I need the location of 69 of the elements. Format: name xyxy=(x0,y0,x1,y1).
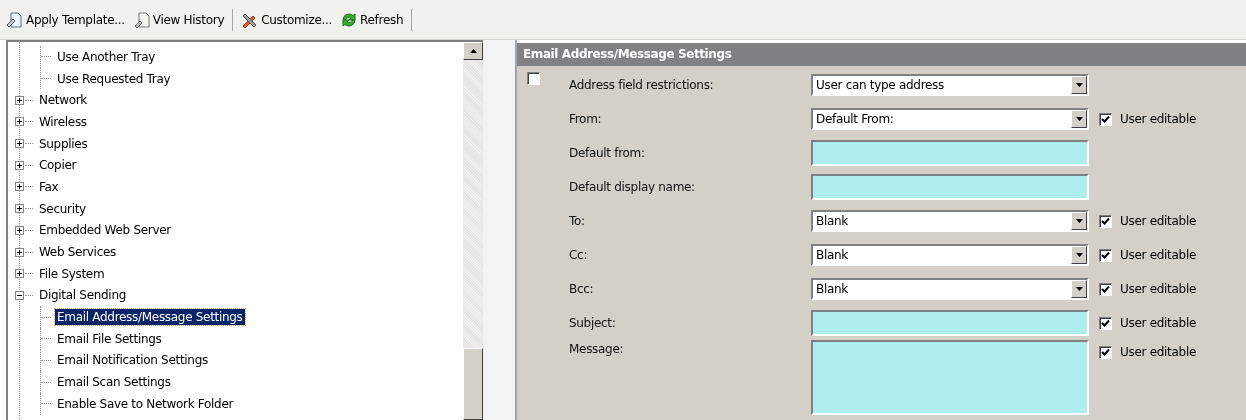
expand-icon[interactable] xyxy=(15,95,24,105)
checkbox[interactable] xyxy=(1099,248,1112,262)
checkbox[interactable] xyxy=(1099,282,1112,296)
checkbox-label: User editable xyxy=(1120,345,1196,359)
field-label: Subject: xyxy=(569,316,617,330)
toolbar-button[interactable]: Apply Template... xyxy=(4,8,127,31)
dropdown[interactable]: Blank xyxy=(811,278,1089,300)
tree-item[interactable]: Email Notification Settings xyxy=(55,352,210,369)
checkbox-label: User editable xyxy=(1120,282,1196,296)
tree-item[interactable]: Email Address/Message Settings xyxy=(55,309,245,326)
expand-icon[interactable] xyxy=(15,182,24,192)
tree-item[interactable]: Use Another Tray xyxy=(55,48,157,65)
scrollbar[interactable] xyxy=(463,42,483,420)
tree-item[interactable]: Supplies xyxy=(37,135,90,152)
collapse-icon[interactable] xyxy=(15,290,24,300)
expand-icon[interactable] xyxy=(15,160,24,170)
field-label: From: xyxy=(569,112,603,126)
expand-icon[interactable] xyxy=(15,247,24,257)
input-field[interactable] xyxy=(811,140,1089,166)
tree-item[interactable]: Copier xyxy=(37,157,79,174)
field-label: Bcc: xyxy=(569,282,595,296)
message-field[interactable] xyxy=(811,340,1089,415)
toolbar-button[interactable]: Refresh xyxy=(338,8,406,31)
toolbar-button[interactable]: View History xyxy=(130,8,227,31)
tree-item[interactable]: Use Requested Tray xyxy=(55,70,173,87)
expand-icon[interactable] xyxy=(15,269,24,279)
checkbox[interactable] xyxy=(1099,346,1112,359)
checkbox-label: User editable xyxy=(1120,214,1196,228)
input-field[interactable] xyxy=(811,174,1089,200)
checkbox-label: User editable xyxy=(1120,316,1196,330)
expand-icon[interactable] xyxy=(15,117,24,127)
panel-title: Email Address/Message Settings xyxy=(517,43,1246,66)
document-icon xyxy=(132,10,151,29)
field-label: Address field restrictions: xyxy=(569,78,715,92)
tree-item[interactable]: Fax xyxy=(37,178,61,195)
tree-item[interactable]: Email Scan Settings xyxy=(55,374,173,391)
tree-item[interactable]: Email File Settings xyxy=(55,330,164,347)
tree-item[interactable]: Enable Save to Network Folder xyxy=(55,395,236,412)
checkbox-label: User editable xyxy=(1120,112,1196,126)
expand-icon[interactable] xyxy=(15,139,24,149)
expand-icon[interactable] xyxy=(15,225,24,235)
scroll-thumb[interactable] xyxy=(463,348,483,420)
tree-item[interactable]: Network xyxy=(37,92,89,109)
tree-item[interactable]: Wireless xyxy=(37,113,89,130)
input-field[interactable] xyxy=(811,310,1089,336)
tree-item[interactable]: File System xyxy=(37,265,107,282)
scroll-up-icon[interactable] xyxy=(463,42,483,60)
checkbox[interactable] xyxy=(1099,316,1112,330)
expand-icon[interactable] xyxy=(15,204,24,214)
field-label: Message: xyxy=(569,341,625,356)
tree-item[interactable]: Digital Sending xyxy=(37,287,128,304)
document-icon xyxy=(6,10,24,29)
dropdown[interactable]: Default From: xyxy=(811,108,1089,130)
checkbox[interactable] xyxy=(527,72,540,85)
field-label: To: xyxy=(569,214,586,228)
refresh-icon xyxy=(340,10,359,29)
field-label: Default display name: xyxy=(569,180,696,194)
field-label: Default from: xyxy=(569,146,646,160)
toolbar-button[interactable]: Customize... xyxy=(239,8,335,31)
checkbox-label: User editable xyxy=(1120,248,1196,262)
dropdown[interactable]: Blank xyxy=(811,244,1089,266)
tree-item[interactable]: Web Services xyxy=(37,244,118,261)
checkbox[interactable] xyxy=(1099,112,1112,126)
field-label: Cc: xyxy=(569,248,589,262)
dropdown[interactable]: Blank xyxy=(811,210,1089,232)
checkbox[interactable] xyxy=(1099,214,1112,228)
tree-item[interactable]: Security xyxy=(37,200,88,217)
dropdown[interactable]: User can type address xyxy=(811,74,1089,96)
tree-item[interactable]: Embedded Web Server xyxy=(37,222,173,239)
